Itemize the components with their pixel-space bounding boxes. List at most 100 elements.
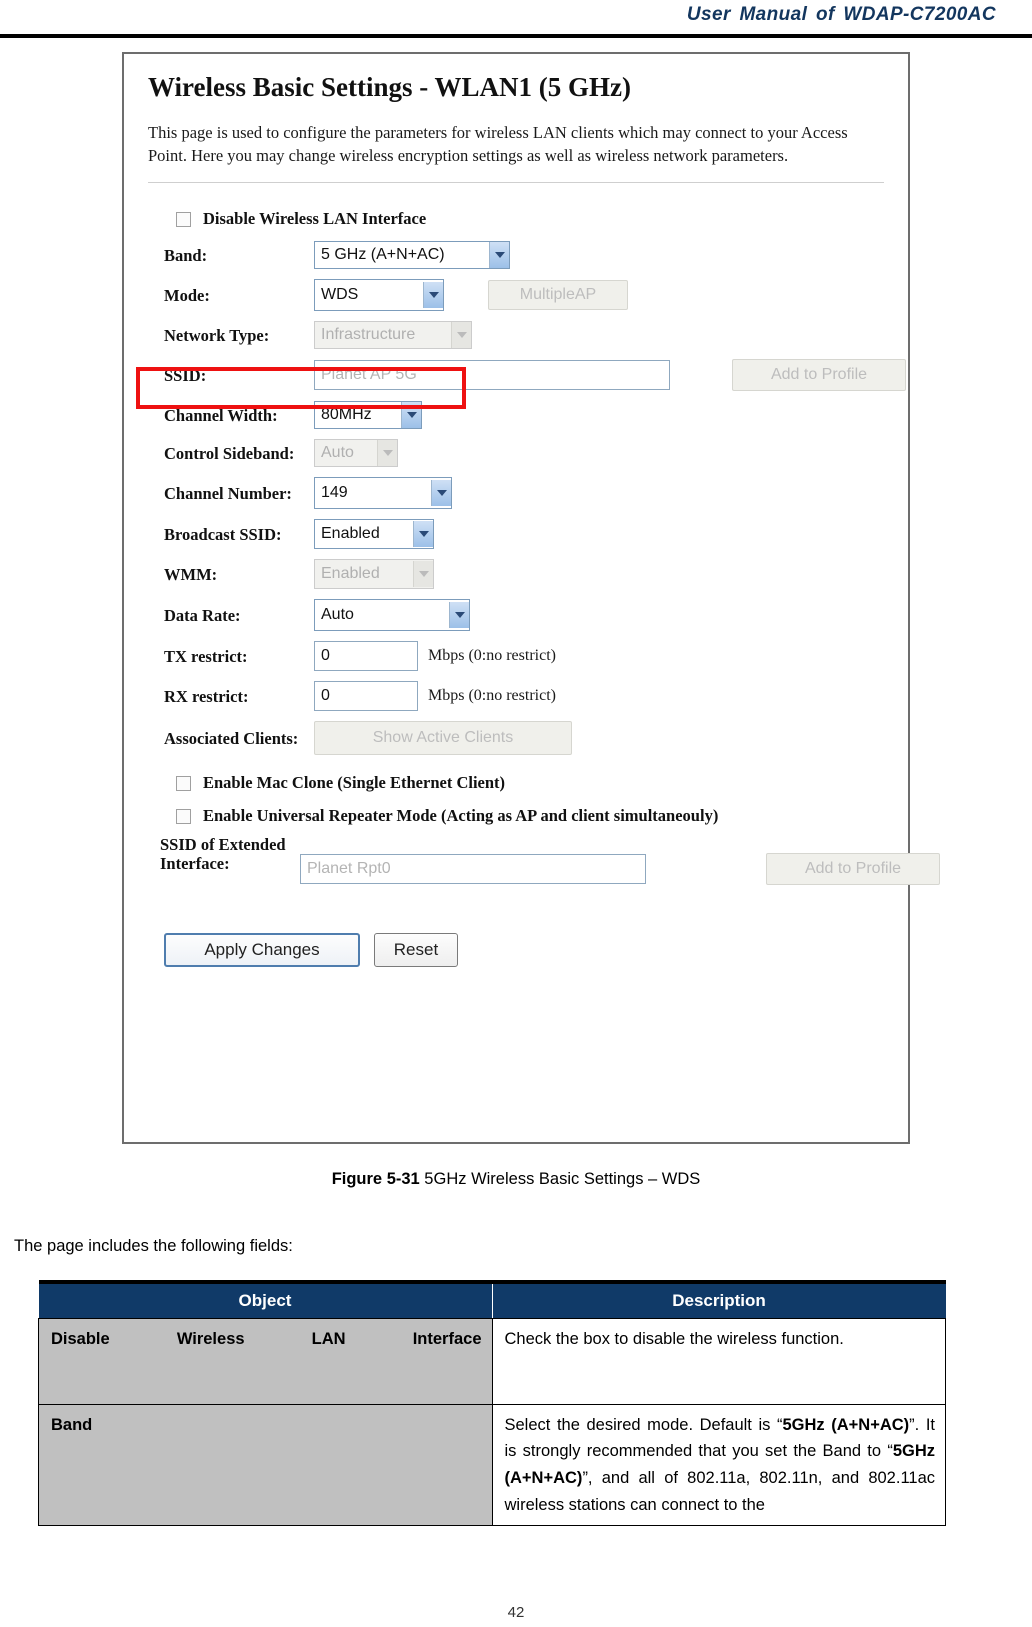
ssid-extended-row: SSID of Extended Interface: Planet Rpt0 … <box>146 834 940 885</box>
ssid-row: SSID: Planet AP 5G Add to Profile <box>146 359 906 392</box>
mac-clone-row[interactable]: Enable Mac Clone (Single Ethernet Client… <box>176 773 886 794</box>
chevron-down-icon <box>431 480 451 507</box>
channel-width-label: Channel Width: <box>164 405 278 425</box>
tx-restrict-input[interactable]: 0 <box>314 641 418 672</box>
panel-description: This page is used to configure the param… <box>148 123 848 166</box>
channel-number-row: Channel Number: 149 <box>146 477 886 510</box>
page-number: 42 <box>507 1604 525 1621</box>
data-rate-row: Data Rate: Auto <box>146 599 886 632</box>
rx-restrict-note: Mbps (0:no restrict) <box>428 687 556 705</box>
mac-clone-checkbox[interactable] <box>176 776 191 792</box>
data-rate-select[interactable]: Auto <box>314 599 470 632</box>
universal-repeater-label: Enable Universal Repeater Mode (Acting a… <box>203 806 719 826</box>
universal-repeater-checkbox[interactable] <box>176 809 191 825</box>
table-cell-object: Band <box>38 1403 493 1527</box>
band-select-value: 5 GHz (A+N+AC) <box>321 246 445 264</box>
broadcast-ssid-select[interactable]: Enabled <box>314 519 434 550</box>
mode-row: Mode: WDS MultipleAP <box>146 279 886 312</box>
wmm-label: WMM: <box>164 564 218 584</box>
figure-caption-text: 5GHz Wireless Basic Settings – WDS <box>419 1170 701 1188</box>
channel-width-select[interactable]: 80MHz <box>314 401 422 430</box>
channel-number-select[interactable]: 149 <box>314 477 452 510</box>
broadcast-ssid-select-value: Enabled <box>321 525 380 543</box>
panel-title: Wireless Basic Settings - WLAN1 (5 GHz) <box>148 72 631 102</box>
channel-width-row: Channel Width: 80MHz <box>146 401 886 430</box>
column-header-object: Object <box>38 1282 493 1319</box>
manual-title: User Manual of WDAP-C7200AC <box>686 4 996 25</box>
control-sideband-select-value: Auto <box>321 444 354 462</box>
chevron-down-icon <box>489 242 509 269</box>
mac-clone-label: Enable Mac Clone (Single Ethernet Client… <box>203 773 506 793</box>
fields-table: Object Description Disable Wireless LAN … <box>38 1280 946 1527</box>
channel-number-select-value: 149 <box>321 484 348 502</box>
mode-label: Mode: <box>164 285 210 305</box>
wireless-basic-settings-panel: Wireless Basic Settings - WLAN1 (5 GHz) … <box>122 52 940 1144</box>
figure-number: Figure 5-31 <box>331 1170 420 1188</box>
wmm-select: Enabled <box>314 559 434 590</box>
figure-screenshot-wrapper: Wireless Basic Settings - WLAN1 (5 GHz) … <box>0 52 1032 1144</box>
add-to-profile-button-2[interactable]: Add to Profile <box>766 852 940 885</box>
chevron-down-icon <box>413 561 433 588</box>
panel-divider <box>148 181 884 183</box>
control-sideband-select: Auto <box>314 439 398 468</box>
broadcast-ssid-row: Broadcast SSID: Enabled <box>146 519 886 550</box>
table-row: Disable Wireless LAN Interface Check the… <box>38 1317 946 1405</box>
column-header-description: Description <box>492 1282 946 1319</box>
network-type-label: Network Type: <box>164 325 270 345</box>
disable-wlan-row[interactable]: Disable Wireless LAN Interface <box>176 209 886 230</box>
chevron-down-icon <box>377 440 397 467</box>
network-type-row: Network Type: Infrastructure <box>146 321 886 350</box>
ssid-extended-label: SSID of Extended Interface: <box>160 834 286 874</box>
fields-table-wrapper: Object Description Disable Wireless LAN … <box>38 1280 994 1527</box>
band-select[interactable]: 5 GHz (A+N+AC) <box>314 241 510 270</box>
universal-repeater-row[interactable]: Enable Universal Repeater Mode (Acting a… <box>176 806 886 827</box>
panel-actions: Apply Changes Reset <box>164 932 886 967</box>
chevron-down-icon <box>449 602 469 629</box>
intro-paragraph: The page includes the following fields: <box>14 1237 293 1255</box>
broadcast-ssid-label: Broadcast SSID: <box>164 524 282 544</box>
apply-changes-button[interactable]: Apply Changes <box>164 932 360 967</box>
tx-restrict-label: TX restrict: <box>164 646 248 666</box>
network-type-select-value: Infrastructure <box>321 326 416 344</box>
table-cell-description: Select the desired mode. Default is “5GH… <box>491 1403 946 1527</box>
channel-number-label: Channel Number: <box>164 483 292 503</box>
page-header: User Manual of WDAP-C7200AC <box>0 0 1032 26</box>
chevron-down-icon <box>413 521 433 548</box>
show-active-clients-button[interactable]: Show Active Clients <box>314 721 572 756</box>
ssid-label: SSID: <box>164 365 207 385</box>
control-sideband-row: Control Sideband: Auto <box>146 439 886 468</box>
chevron-down-icon <box>423 282 443 309</box>
network-type-select: Infrastructure <box>314 321 472 350</box>
ssid-extended-input[interactable]: Planet Rpt0 <box>300 853 646 884</box>
table-cell-description: Check the box to disable the wireless fu… <box>491 1317 946 1405</box>
ssid-input[interactable]: Planet AP 5G <box>314 360 670 391</box>
disable-wlan-label: Disable Wireless LAN Interface <box>203 208 427 228</box>
multiple-ap-button[interactable]: MultipleAP <box>488 280 628 311</box>
mode-select[interactable]: WDS <box>314 279 444 312</box>
rx-restrict-label: RX restrict: <box>164 686 249 706</box>
data-rate-label: Data Rate: <box>164 605 241 625</box>
chevron-down-icon <box>451 322 471 349</box>
data-rate-select-value: Auto <box>321 606 354 624</box>
tx-restrict-note: Mbps (0:no restrict) <box>428 647 556 665</box>
mode-select-value: WDS <box>321 286 359 304</box>
reset-button[interactable]: Reset <box>374 932 458 967</box>
table-row: Band Select the desired mode. Default is… <box>38 1403 946 1527</box>
figure-caption: Figure 5-31 5GHz Wireless Basic Settings… <box>0 1170 1032 1189</box>
header-divider <box>0 34 1032 38</box>
channel-width-select-value: 80MHz <box>321 406 372 424</box>
tx-restrict-row: TX restrict: 0 Mbps (0:no restrict) <box>146 641 886 672</box>
control-sideband-label: Control Sideband: <box>164 443 295 463</box>
disable-wlan-checkbox[interactable] <box>176 211 191 227</box>
associated-clients-label: Associated Clients: <box>164 728 299 748</box>
page-footer: 42 <box>0 1604 1032 1621</box>
band-row: Band: 5 GHz (A+N+AC) <box>146 241 886 270</box>
rx-restrict-input[interactable]: 0 <box>314 681 418 712</box>
rx-restrict-row: RX restrict: 0 Mbps (0:no restrict) <box>146 681 886 712</box>
wmm-row: WMM: Enabled <box>146 559 886 590</box>
band-label: Band: <box>164 245 208 265</box>
add-to-profile-button[interactable]: Add to Profile <box>732 359 906 392</box>
table-cell-object: Disable Wireless LAN Interface <box>38 1317 493 1405</box>
table-header-row: Object Description <box>38 1282 946 1319</box>
chevron-down-icon <box>401 402 421 429</box>
